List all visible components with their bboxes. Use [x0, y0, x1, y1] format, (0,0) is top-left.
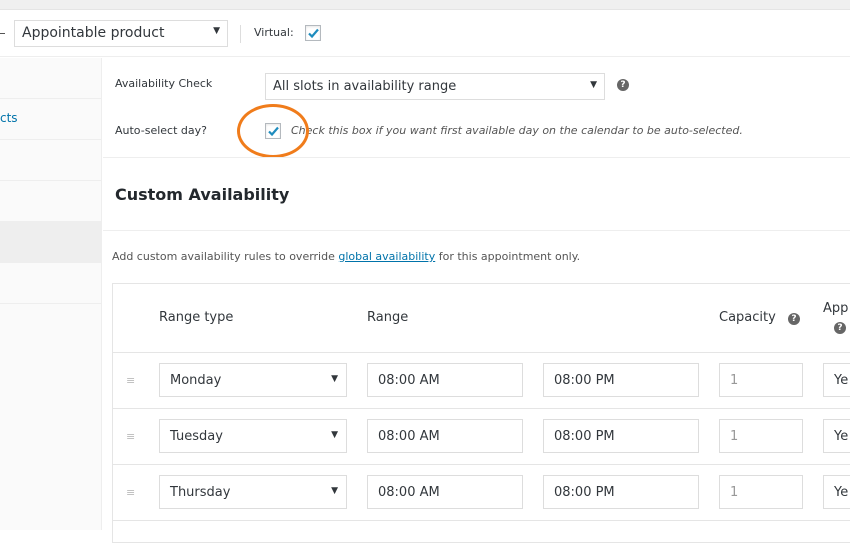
custom-availability-intro: Add custom availability rules to overrid… [112, 250, 581, 263]
virtual-checkbox[interactable] [305, 25, 321, 41]
admin-top-strip [0, 0, 850, 10]
drag-handle-icon[interactable]: ≡ [126, 374, 135, 387]
product-type-value: Appointable product [22, 25, 165, 41]
sidebar-item-availability[interactable] [0, 222, 102, 263]
checkmark-icon [308, 28, 319, 39]
column-header-appointable: App [823, 301, 849, 316]
global-availability-link[interactable]: global availability [338, 250, 435, 263]
help-icon[interactable]: ? [834, 322, 846, 334]
column-header-range-type: Range type [159, 310, 234, 325]
availability-check-label: Availability Check [115, 77, 213, 90]
chevron-down-icon: ▼ [331, 486, 338, 496]
range-from-input[interactable]: 08:00 AM [367, 419, 523, 453]
row-divider [113, 408, 850, 409]
appointable-select[interactable]: Ye [823, 363, 850, 397]
range-type-select[interactable]: Monday ▼ [159, 363, 347, 397]
header-divider [240, 25, 241, 43]
range-type-select[interactable]: Tuesday ▼ [159, 419, 347, 453]
row-divider [113, 464, 850, 465]
dash-separator [0, 33, 5, 34]
chevron-down-icon: ▼ [213, 26, 220, 36]
column-header-range: Range [367, 310, 409, 325]
divider [103, 230, 850, 231]
row-divider [113, 352, 850, 353]
drag-handle-icon[interactable]: ≡ [126, 486, 135, 499]
appointable-select[interactable]: Ye [823, 419, 850, 453]
sidebar-item-3[interactable] [0, 140, 102, 181]
chevron-down-icon: ▼ [331, 430, 338, 440]
range-from-input[interactable]: 08:00 AM [367, 475, 523, 509]
highlight-annotation-circle [237, 104, 309, 158]
virtual-label: Virtual: [254, 26, 294, 39]
drag-handle-icon[interactable]: ≡ [126, 430, 135, 443]
range-to-input[interactable]: 08:00 PM [543, 419, 699, 453]
range-to-input[interactable]: 08:00 PM [543, 475, 699, 509]
capacity-input[interactable]: 1 [719, 419, 803, 453]
availability-check-value: All slots in availability range [273, 79, 457, 94]
range-type-select[interactable]: Thursday ▼ [159, 475, 347, 509]
auto-select-description: Check this box if you want first availab… [291, 124, 743, 137]
range-to-input[interactable]: 08:00 PM [543, 363, 699, 397]
help-icon[interactable]: ? [617, 79, 629, 91]
capacity-input[interactable]: 1 [719, 475, 803, 509]
product-data-tabs: cts [0, 58, 102, 530]
appointable-select[interactable]: Ye [823, 475, 850, 509]
chevron-down-icon: ▼ [331, 374, 338, 384]
chevron-down-icon: ▼ [590, 80, 597, 90]
range-from-input[interactable]: 08:00 AM [367, 363, 523, 397]
column-header-capacity: Capacity [719, 310, 776, 325]
sidebar-item-1[interactable] [0, 58, 102, 99]
availability-check-select[interactable]: All slots in availability range ▼ [265, 73, 605, 100]
sidebar-item-linked-products[interactable]: cts [0, 99, 102, 140]
divider [103, 157, 850, 158]
product-type-select[interactable]: Appointable product ▼ [14, 20, 228, 47]
help-icon[interactable]: ? [788, 313, 800, 325]
row-divider [113, 520, 850, 521]
sidebar-item-6[interactable] [0, 263, 102, 304]
auto-select-label: Auto-select day? [115, 124, 207, 137]
section-title: Custom Availability [115, 185, 290, 204]
sidebar-item-4[interactable] [0, 181, 102, 222]
capacity-input[interactable]: 1 [719, 363, 803, 397]
